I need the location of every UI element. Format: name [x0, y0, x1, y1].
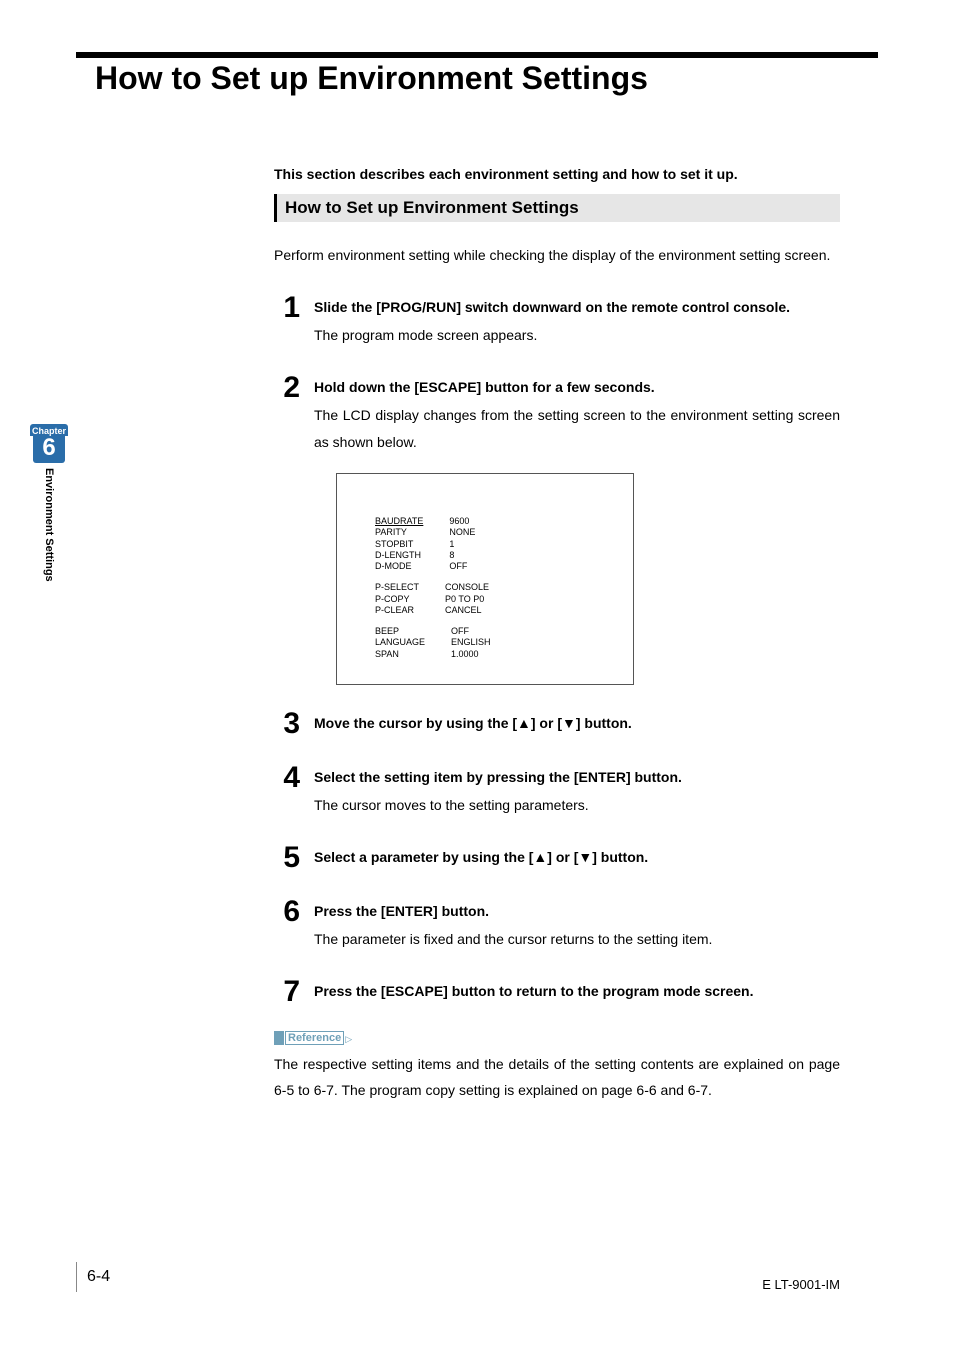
step-5: 5 Select a parameter by using the [▲] or… [274, 843, 840, 873]
step-desc: The cursor moves to the setting paramete… [314, 792, 840, 819]
lcd-val: OFF [449, 561, 475, 572]
lcd-val: P0 TO P0 [445, 594, 489, 605]
step-label: Press the [ENTER] button. [314, 900, 840, 922]
page-title: How to Set up Environment Settings [95, 60, 648, 97]
lcd-val: OFF [451, 626, 491, 637]
step-label: Slide the [PROG/RUN] switch downward on … [314, 296, 840, 318]
step-number: 7 [274, 977, 300, 1007]
step-label: Press the [ESCAPE] button to return to t… [314, 980, 840, 1002]
step-4: 4 Select the setting item by pressing th… [274, 763, 840, 819]
step-number: 1 [274, 293, 300, 323]
lcd-val: 1 [449, 539, 475, 550]
lcd-val: 1.0000 [451, 649, 491, 660]
lcd-val: CANCEL [445, 605, 489, 616]
step-label: Hold down the [ESCAPE] button for a few … [314, 376, 840, 398]
step-number: 3 [274, 709, 300, 739]
reference-heading: Reference ▷ [274, 1031, 840, 1045]
lcd-key: STOPBIT [375, 539, 423, 550]
step-desc: The parameter is fixed and the cursor re… [314, 926, 840, 953]
lcd-screen: BAUDRATE PARITY STOPBIT D-LENGTH D-MODE … [336, 473, 634, 685]
step-desc: The LCD display changes from the setting… [314, 402, 840, 455]
lcd-key: D-MODE [375, 561, 423, 572]
lcd-key: P-CLEAR [375, 605, 419, 616]
content: This section describes each environment … [274, 166, 840, 1104]
subheading: How to Set up Environment Settings [274, 194, 840, 222]
chapter-label: Environment Settings [43, 468, 55, 582]
top-rule [76, 52, 878, 58]
lcd-key: P-COPY [375, 594, 419, 605]
lcd-val: ENGLISH [451, 637, 491, 648]
reference-text: The respective setting items and the det… [274, 1051, 840, 1104]
lcd-val: 8 [449, 550, 475, 561]
step-2: 2 Hold down the [ESCAPE] button for a fe… [274, 373, 840, 685]
step-number: 6 [274, 897, 300, 927]
lcd-val: 9600 [449, 516, 475, 527]
lcd-val: CONSOLE [445, 582, 489, 593]
step-desc: The program mode screen appears. [314, 322, 840, 349]
lcd-key: BEEP [375, 626, 425, 637]
step-label: Select a parameter by using the [▲] or [… [314, 846, 840, 868]
step-number: 4 [274, 763, 300, 793]
step-1: 1 Slide the [PROG/RUN] switch downward o… [274, 293, 840, 349]
step-label: Select the setting item by pressing the … [314, 766, 840, 788]
lcd-key: PARITY [375, 527, 423, 538]
reference-marker [274, 1031, 284, 1045]
chapter-tab: Chapter 6 Environment Settings [30, 424, 68, 582]
step-number: 2 [274, 373, 300, 403]
step-3: 3 Move the cursor by using the [▲] or [▼… [274, 709, 840, 739]
lcd-val: NONE [449, 527, 475, 538]
step-6: 6 Press the [ENTER] button. The paramete… [274, 897, 840, 953]
document-code: E LT-9001-IM [762, 1277, 840, 1292]
step-number: 5 [274, 843, 300, 873]
step-7: 7 Press the [ESCAPE] button to return to… [274, 977, 840, 1007]
lcd-key: D-LENGTH [375, 550, 423, 561]
reference-arrow-icon: ▷ [345, 1034, 352, 1045]
intro-text: This section describes each environment … [274, 166, 840, 182]
lcd-key: BAUDRATE [375, 516, 423, 527]
lcd-key: SPAN [375, 649, 425, 660]
body-paragraph: Perform environment setting while checki… [274, 242, 840, 269]
page-number: 6-4 [76, 1262, 110, 1292]
lcd-key: LANGUAGE [375, 637, 425, 648]
lcd-key: P-SELECT [375, 582, 419, 593]
chapter-number: 6 [33, 436, 65, 463]
reference-label: Reference [285, 1031, 344, 1045]
step-label: Move the cursor by using the [▲] or [▼] … [314, 712, 840, 734]
